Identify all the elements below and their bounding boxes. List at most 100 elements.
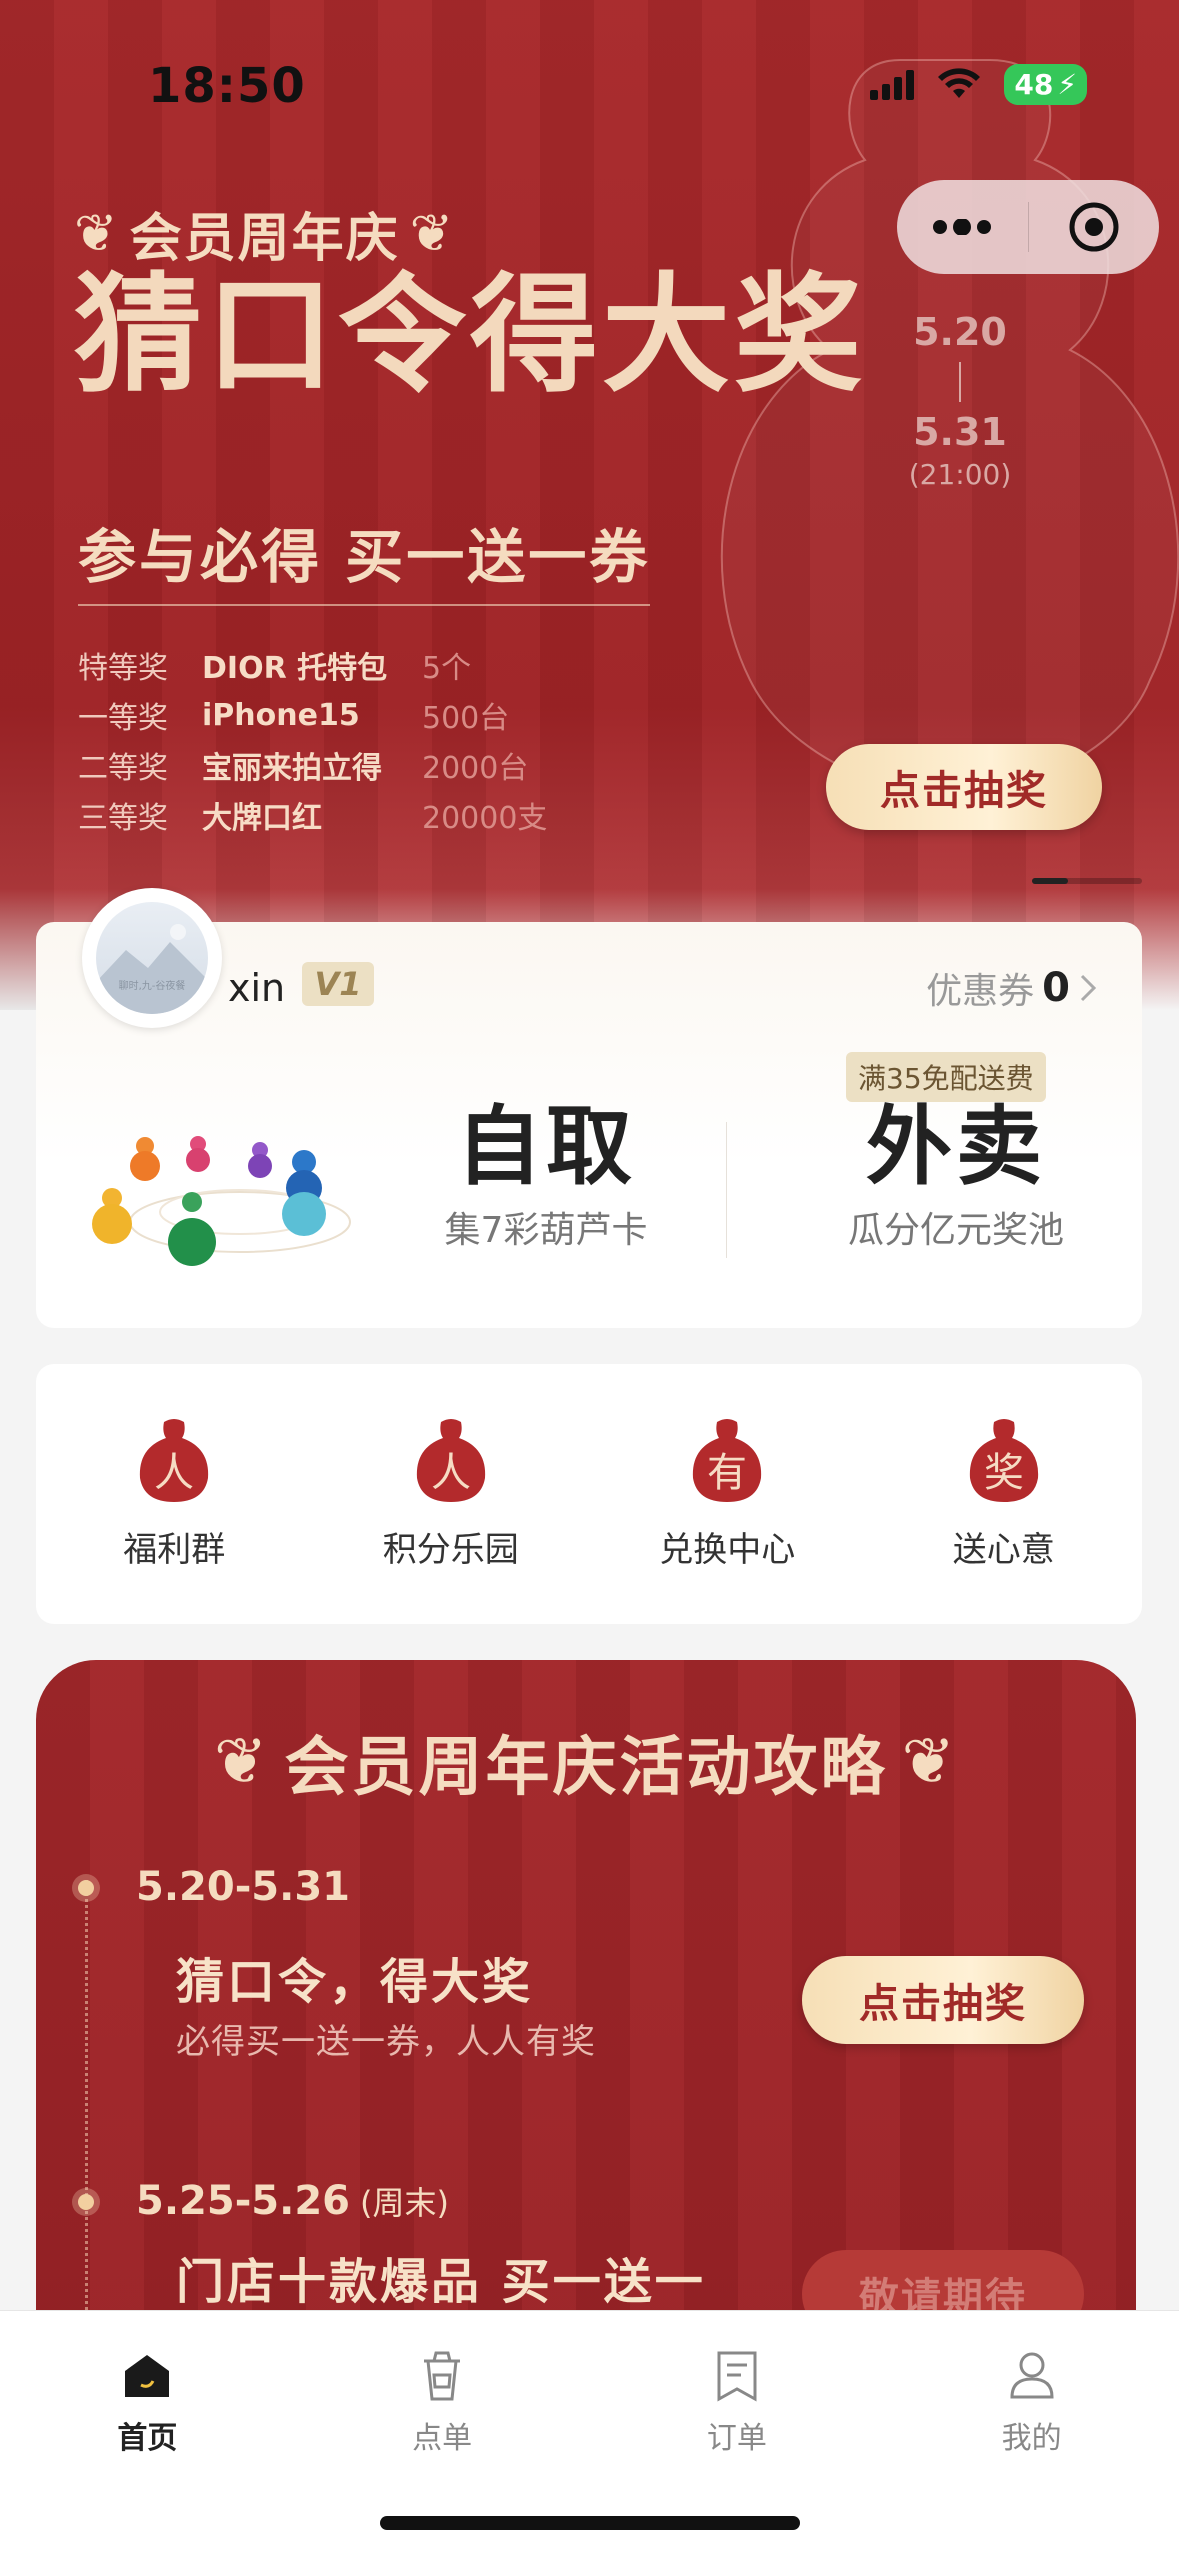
coupon-label: 优惠券	[926, 971, 1035, 1012]
chevron-right-icon	[1080, 974, 1097, 1002]
quick-action-points-park[interactable]: 人 积分乐园	[313, 1364, 590, 1624]
profile-icon	[1010, 2352, 1054, 2399]
prize-level: 三等奖	[78, 801, 168, 836]
tab-label: 我的	[1001, 2421, 1062, 2456]
prize-qty: 5个	[422, 651, 472, 686]
timeline-date-text: 5.20-5.31	[136, 1864, 350, 1910]
date-connector	[959, 362, 961, 402]
activity-guide: ❦ 会员周年庆活动攻略 ❦ 5.20-5.31 猜口令，得大奖 必得买一送一券，…	[36, 1660, 1136, 2420]
gourd-badge-icon: 人	[416, 1419, 485, 1502]
coupon-link[interactable]: 优惠券 0	[926, 962, 1098, 1014]
guide-title: ❦ 会员周年庆活动攻略 ❦	[36, 1716, 1136, 1808]
timeline-dot	[72, 1874, 100, 1902]
prize-qty: 500台	[422, 701, 510, 736]
prize-name: DIOR 托特包	[202, 651, 388, 686]
delivery-desc: 瓜分亿元奖池	[847, 1209, 1064, 1251]
prize-name: 大牌口红	[202, 801, 322, 836]
pickup-desc: 集7彩葫芦卡	[444, 1209, 648, 1251]
quick-action-exchange-center[interactable]: 有 兑换中心	[589, 1364, 866, 1624]
hero-draw-button[interactable]: 点击抽奖	[826, 744, 1102, 830]
gourd-badge-icon: 人	[140, 1419, 209, 1502]
miniapp-capsule	[897, 180, 1159, 274]
avatar-image: 聊时,九-谷夜餐	[96, 902, 208, 1014]
quick-action-label: 福利群	[123, 1530, 226, 1570]
username: xin	[228, 966, 286, 1010]
quick-actions: 人 福利群 人 积分乐园 有 兑换中心 奖 送心意	[36, 1364, 1142, 1624]
avatar-caption: 聊时,九-谷夜餐	[118, 981, 186, 992]
charging-bolt-icon: ⚡	[1057, 68, 1077, 101]
cellular-signal-icon	[870, 69, 915, 100]
status-icons: 48 ⚡	[870, 64, 1087, 105]
delivery-title: 外卖	[866, 1097, 1046, 1197]
tab-label: 订单	[706, 2421, 767, 2456]
more-dots-icon	[933, 219, 992, 235]
prize-qty: 20000支	[422, 801, 548, 836]
coupon-count: 0	[1042, 965, 1070, 1011]
prize-level: 一等奖	[78, 701, 168, 736]
wifi-icon	[938, 67, 981, 98]
pickup-title: 自取	[456, 1097, 636, 1197]
avatar[interactable]: 聊时,九-谷夜餐	[82, 888, 222, 1028]
prize-row: 三等奖 大牌口红 20000支	[78, 790, 547, 840]
mountain-icon	[96, 924, 208, 1014]
hero-subtitle: ❦ 会员周年庆 ❦	[74, 196, 455, 271]
member-card: 聊时,九-谷夜餐 xin V1 优惠券 0 自取 集7彩葫芦卡 满35免配送费 …	[36, 888, 1142, 1328]
close-miniapp-button[interactable]	[1029, 201, 1160, 253]
battery-indicator: 48 ⚡	[1004, 64, 1087, 105]
prize-row: 特等奖 DIOR 托特包 5个	[78, 640, 547, 690]
prize-row: 一等奖 iPhone15 500台	[78, 690, 547, 740]
timeline-date-text: 5.25-5.26	[136, 2178, 350, 2224]
hero-title: 猜口令得大奖	[74, 261, 867, 410]
guide-title-text: 会员周年庆活动攻略	[284, 1731, 888, 1805]
home-icon	[125, 2355, 170, 2397]
prize-row: 二等奖 宝丽来拍立得 2000台	[78, 740, 547, 790]
laurel-right-icon: ❦	[901, 1725, 959, 1799]
more-options-button[interactable]	[897, 219, 1028, 235]
battery-level: 48	[1014, 68, 1054, 101]
status-time: 18:50	[148, 58, 306, 114]
timeline-desc: 必得买一送一券，人人有奖	[176, 2022, 596, 2062]
quick-action-label: 兑换中心	[659, 1530, 796, 1570]
banner-page-indicator	[1032, 878, 1142, 884]
timeline-title: 猜口令，得大奖	[176, 1954, 534, 2010]
seven-color-gourds-icon	[92, 1136, 351, 1266]
laurel-left-icon: ❦	[213, 1725, 271, 1799]
prize-name: iPhone15	[202, 697, 360, 733]
member-level-badge: V1	[302, 962, 374, 1006]
home-indicator	[380, 2516, 800, 2530]
laurel-left-icon: ❦	[74, 203, 120, 264]
quick-action-label: 送心意	[952, 1530, 1055, 1570]
gourd-glyph: 奖	[984, 1450, 1024, 1496]
gourd-badge-icon: 有	[693, 1419, 762, 1502]
timeline-dot	[72, 2188, 100, 2216]
delivery-option[interactable]: 外卖 瓜分亿元奖池	[806, 1100, 1106, 1253]
target-icon	[1069, 202, 1119, 252]
prize-qty: 2000台	[422, 751, 529, 786]
hero-banner[interactable]: 18:50 48 ⚡ ❦ 会员周年庆 ❦ 猜口令得大奖 5.20 5.31 (2…	[0, 0, 1179, 1010]
prize-name: 宝丽来拍立得	[202, 751, 382, 786]
tab-profile[interactable]: 我的	[884, 2311, 1179, 2556]
tab-label: 首页	[117, 2421, 178, 2456]
tab-home[interactable]: 首页	[0, 2311, 295, 2556]
tab-label: 点单	[412, 2421, 473, 2456]
guide-draw-button[interactable]: 点击抽奖	[802, 1956, 1084, 2044]
gourd-glyph: 有	[707, 1450, 747, 1496]
quick-action-welfare-group[interactable]: 人 福利群	[36, 1364, 313, 1624]
pickup-option[interactable]: 自取 集7彩葫芦卡	[396, 1100, 696, 1253]
gourd-glyph: 人	[154, 1450, 194, 1496]
gourd-badge-icon: 奖	[969, 1419, 1038, 1502]
quick-action-send-gift[interactable]: 奖 送心意	[866, 1364, 1143, 1624]
quick-action-label: 积分乐园	[382, 1530, 519, 1570]
free-delivery-tag: 满35免配送费	[846, 1052, 1046, 1102]
timeline-date: 5.20-5.31	[136, 1864, 350, 1910]
laurel-right-icon: ❦	[409, 203, 456, 264]
prize-level: 二等奖	[78, 751, 168, 786]
prize-level: 特等奖	[78, 651, 168, 686]
date-time: (21:00)	[908, 458, 1012, 491]
date-end: 5.31	[913, 410, 1007, 454]
prize-list: 特等奖 DIOR 托特包 5个 一等奖 iPhone15 500台 二等奖 宝丽…	[78, 640, 547, 840]
option-divider	[726, 1122, 727, 1258]
receipt-icon	[717, 2351, 757, 2402]
timeline-date: 5.25-5.26 (周末)	[136, 2178, 449, 2224]
gourd-glyph: 人	[431, 1450, 471, 1496]
